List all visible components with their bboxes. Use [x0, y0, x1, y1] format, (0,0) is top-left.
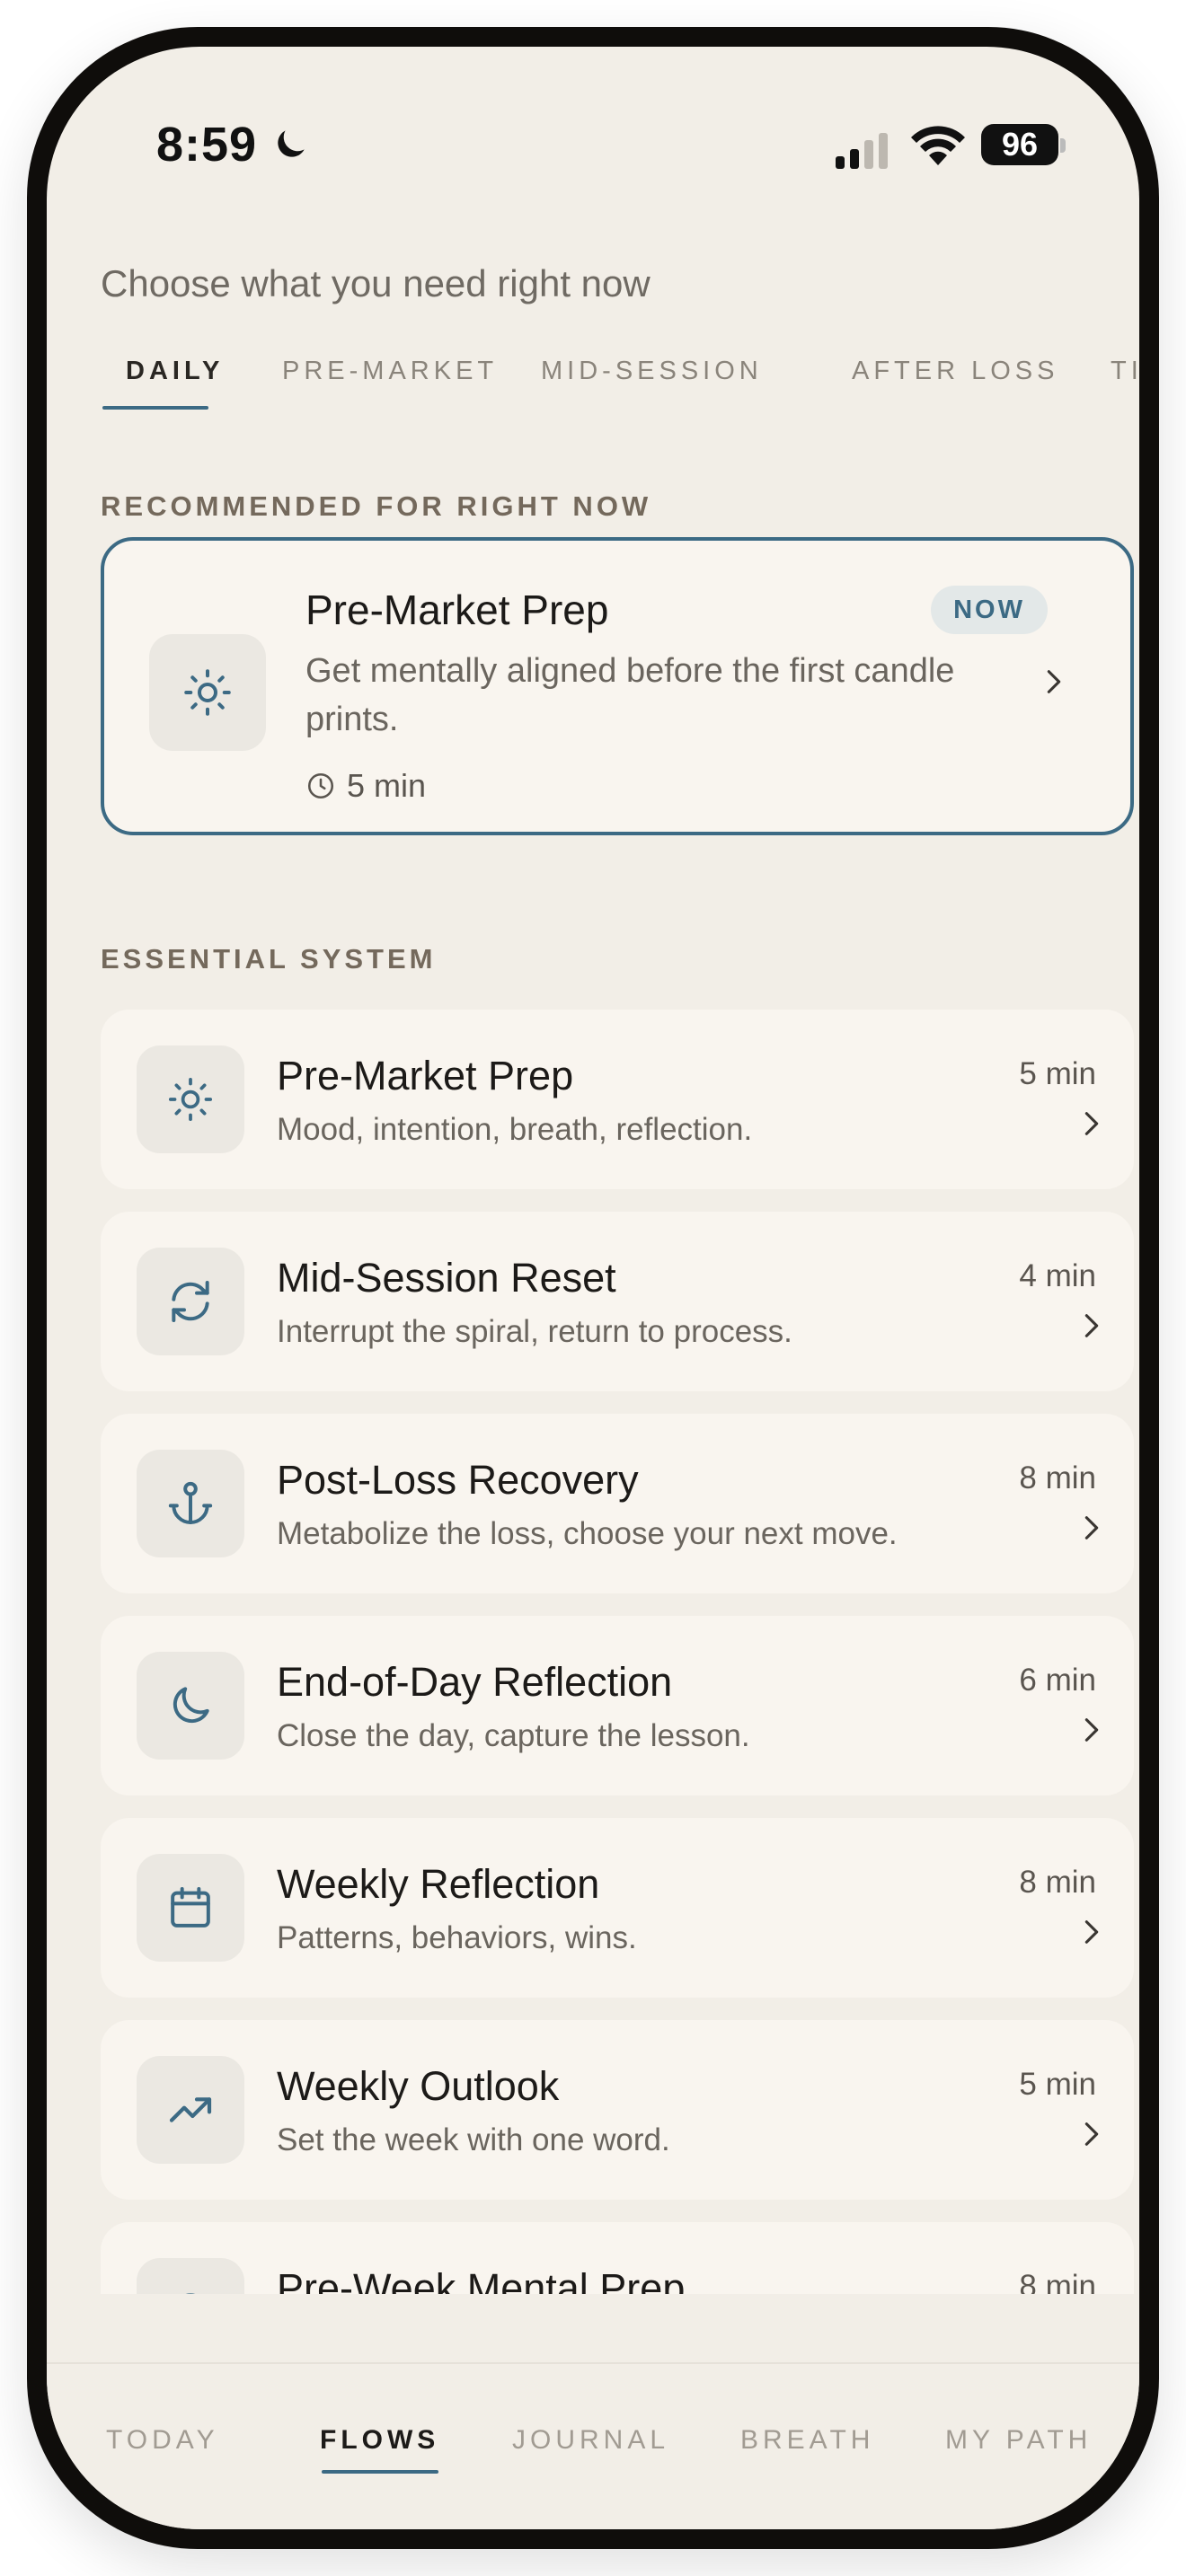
essential-section-title: ESSENTIAL SYSTEM	[101, 943, 437, 975]
list-item[interactable]: Mid-Session Reset Interrupt the spiral, …	[101, 1212, 1134, 1391]
status-bar: 8:59 96	[47, 47, 1139, 226]
now-badge: NOW	[931, 586, 1048, 634]
chevron-right-icon	[1084, 1516, 1099, 1539]
item-description: Interrupt the spiral, return to process.	[277, 1314, 792, 1349]
chevron-right-icon	[1084, 1718, 1099, 1742]
item-duration: 6 min	[1019, 1663, 1096, 1698]
status-time: 8:59	[156, 118, 258, 172]
item-description: Mood, intention, breath, reflection.	[277, 1112, 753, 1147]
page-subtitle: Choose what you need right now	[101, 262, 651, 304]
chevron-right-icon	[1084, 1920, 1099, 1944]
wifi-icon	[911, 126, 965, 165]
list-item[interactable]: Pre-Market Prep Mood, intention, breath,…	[101, 1010, 1134, 1189]
refresh-icon	[172, 1281, 209, 1322]
sun-icon	[184, 669, 231, 716]
item-icon-box	[137, 2056, 244, 2164]
item-description: Patterns, behaviors, wins.	[277, 1920, 637, 1955]
recommended-icon-box	[149, 634, 266, 751]
recommended-duration-text: 5 min	[347, 767, 427, 804]
brain-icon	[186, 2293, 195, 2294]
clock-icon	[307, 772, 334, 799]
do-not-disturb-moon-icon	[278, 130, 305, 157]
item-description: Set the week with one word.	[277, 2122, 670, 2157]
nav-breath[interactable]: BREATH	[740, 2425, 874, 2456]
recommended-section-title: RECOMMENDED FOR RIGHT NOW	[101, 490, 652, 522]
nav-my-path[interactable]: MY PATH	[945, 2425, 1092, 2456]
item-icon-box	[137, 1854, 244, 1962]
phone-frame: 8:59 96 Choose what you need right now D…	[27, 27, 1159, 2549]
item-duration: 5 min	[1019, 2067, 1096, 2102]
tab-tilt[interactable]: TILT	[1111, 357, 1139, 386]
battery-nub	[1060, 138, 1066, 153]
app-screen: 8:59 96 Choose what you need right now D…	[47, 47, 1139, 2529]
item-description: Metabolize the loss, choose your next mo…	[277, 1516, 898, 1551]
list-item[interactable]: Pre-Week Mental Prep 8 min	[101, 2222, 1134, 2294]
recommended-card[interactable]: Pre-Market Prep NOW Get mentally aligned…	[101, 537, 1134, 835]
item-title: Mid-Session Reset	[277, 1255, 616, 1301]
item-description: Close the day, capture the lesson.	[277, 1718, 750, 1753]
nav-today[interactable]: TODAY	[106, 2425, 219, 2456]
item-title: Weekly Reflection	[277, 1861, 600, 1907]
item-icon-box	[137, 1045, 244, 1153]
list-item[interactable]: Weekly Reflection Patterns, behaviors, w…	[101, 1818, 1134, 1998]
item-title: Post-Loss Recovery	[277, 1457, 639, 1503]
recommended-description: Get mentally aligned before the first ca…	[305, 652, 955, 738]
category-tabs: DAILY PRE-MARKET MID-SESSION AFTER LOSS …	[101, 357, 1139, 410]
list-item[interactable]: End-of-Day Reflection Close the day, cap…	[101, 1616, 1134, 1795]
item-duration: 8 min	[1019, 2269, 1096, 2294]
active-nav-indicator	[322, 2470, 438, 2474]
moon-icon	[173, 1687, 209, 1724]
item-icon-box	[137, 2258, 244, 2294]
item-title: Weekly Outlook	[277, 2063, 560, 2109]
nav-journal[interactable]: JOURNAL	[512, 2425, 669, 2456]
recommended-duration: 5 min	[305, 767, 426, 805]
chevron-right-icon	[1084, 2122, 1099, 2146]
item-icon-box	[137, 1652, 244, 1760]
sun-icon	[168, 1077, 213, 1122]
cellular-signal-icon	[836, 133, 888, 169]
item-title: Pre-Market Prep	[277, 1053, 574, 1098]
calendar-icon	[171, 1887, 210, 1928]
tab-pre-market[interactable]: PRE-MARKET	[282, 357, 498, 386]
anchor-icon	[168, 1481, 213, 1524]
nav-flows[interactable]: FLOWS	[320, 2425, 439, 2456]
item-duration: 8 min	[1019, 1460, 1096, 1495]
tab-mid-session[interactable]: MID-SESSION	[541, 357, 763, 386]
flow-list: Pre-Market Prep Mood, intention, breath,…	[101, 1010, 1139, 2294]
chevron-right-icon	[1047, 670, 1061, 693]
item-icon-box	[137, 1450, 244, 1557]
item-title: Pre-Week Mental Prep	[277, 2265, 686, 2294]
item-duration: 5 min	[1019, 1056, 1096, 1091]
item-duration: 8 min	[1019, 1865, 1096, 1900]
trending-up-icon	[169, 2097, 212, 2122]
item-icon-box	[137, 1248, 244, 1355]
list-item[interactable]: Weekly Outlook Set the week with one wor…	[101, 2020, 1134, 2200]
item-title: End-of-Day Reflection	[277, 1659, 673, 1705]
bottom-navigation: TODAY FLOWS JOURNAL BREATH MY PATH	[47, 2362, 1139, 2529]
item-duration: 4 min	[1019, 1258, 1096, 1293]
chevron-right-icon	[1084, 1112, 1099, 1135]
tab-after-loss[interactable]: AFTER LOSS	[852, 357, 1059, 386]
tab-daily[interactable]: DAILY	[126, 357, 224, 386]
active-tab-indicator	[102, 406, 208, 410]
recommended-title: Pre-Market Prep	[305, 587, 609, 633]
battery-indicator: 96	[981, 124, 1058, 165]
chevron-right-icon	[1084, 1314, 1099, 1337]
list-item[interactable]: Post-Loss Recovery Metabolize the loss, …	[101, 1414, 1134, 1593]
